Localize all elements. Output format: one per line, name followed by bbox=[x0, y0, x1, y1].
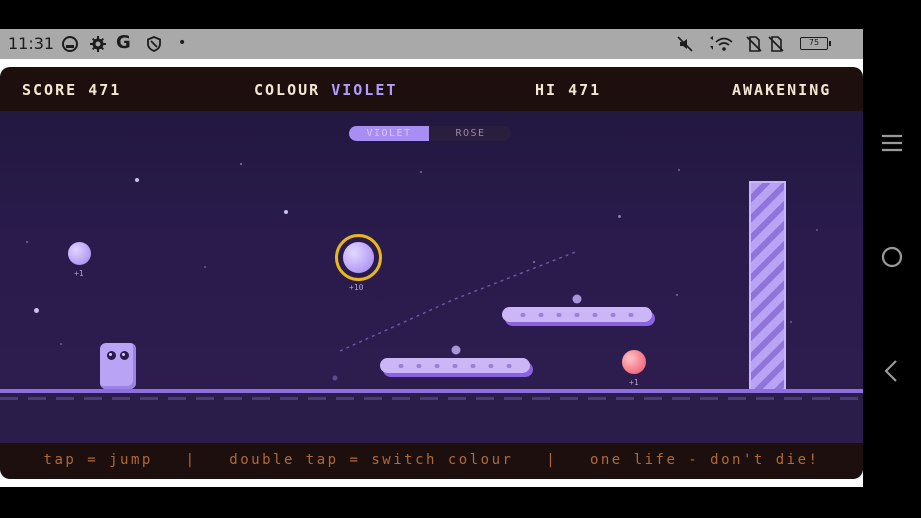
player-eye bbox=[120, 351, 129, 360]
stage-name: AWAKENING bbox=[732, 81, 832, 99]
bonus-orb bbox=[335, 234, 382, 281]
platform bbox=[380, 358, 530, 373]
google-icon: G bbox=[116, 32, 131, 53]
sim-off-icon bbox=[746, 36, 762, 52]
status-time: 11:31 bbox=[8, 34, 55, 53]
mute-icon bbox=[677, 36, 693, 52]
menu-icon[interactable] bbox=[880, 131, 904, 155]
controls-hint: tap = jump | double tap = switch colour … bbox=[43, 452, 820, 468]
playfield[interactable]: VIOLET ROSE +1 +10 +1 bbox=[0, 111, 863, 443]
score-display: SCORE 471 bbox=[22, 81, 121, 99]
colour-value: VIOLET bbox=[331, 81, 398, 99]
striped-pillar-obstacle bbox=[749, 181, 786, 391]
status-bar: 11:31 G • 75 bbox=[0, 29, 863, 59]
rose-orb bbox=[622, 350, 646, 374]
home-button-icon[interactable] bbox=[880, 245, 904, 269]
sim-off-icon bbox=[768, 36, 784, 52]
gear-icon bbox=[90, 36, 106, 52]
player-character bbox=[100, 343, 136, 389]
game-canvas[interactable]: SCORE 471 COLOUR VIOLET HI 471 AWAKENING… bbox=[0, 67, 863, 479]
wifi-icon bbox=[710, 36, 733, 51]
colour-label: COLOUR bbox=[254, 81, 321, 99]
ground bbox=[0, 389, 863, 443]
score-value: 471 bbox=[88, 81, 122, 99]
dot-icon: • bbox=[178, 35, 187, 51]
hi-score-display: HI 471 bbox=[535, 81, 601, 99]
cloud-sync-icon bbox=[62, 36, 78, 52]
player-eye bbox=[107, 351, 116, 360]
rose-orb-label: +1 bbox=[629, 378, 639, 387]
violet-orb-label: +1 bbox=[74, 269, 84, 278]
battery-icon: 75 bbox=[800, 37, 831, 50]
hud-bar: SCORE 471 COLOUR VIOLET HI 471 AWAKENING bbox=[0, 67, 863, 111]
score-label: SCORE bbox=[22, 81, 78, 99]
hi-value: 471 bbox=[568, 81, 602, 99]
bonus-orb-core bbox=[343, 242, 374, 273]
colour-display: COLOUR VIOLET bbox=[254, 81, 397, 99]
hi-label: HI bbox=[535, 81, 558, 99]
platform bbox=[502, 307, 652, 322]
back-button-icon[interactable] bbox=[880, 359, 904, 383]
violet-orb bbox=[68, 242, 91, 265]
shield-icon bbox=[147, 36, 161, 52]
bonus-orb-label: +10 bbox=[349, 283, 364, 292]
